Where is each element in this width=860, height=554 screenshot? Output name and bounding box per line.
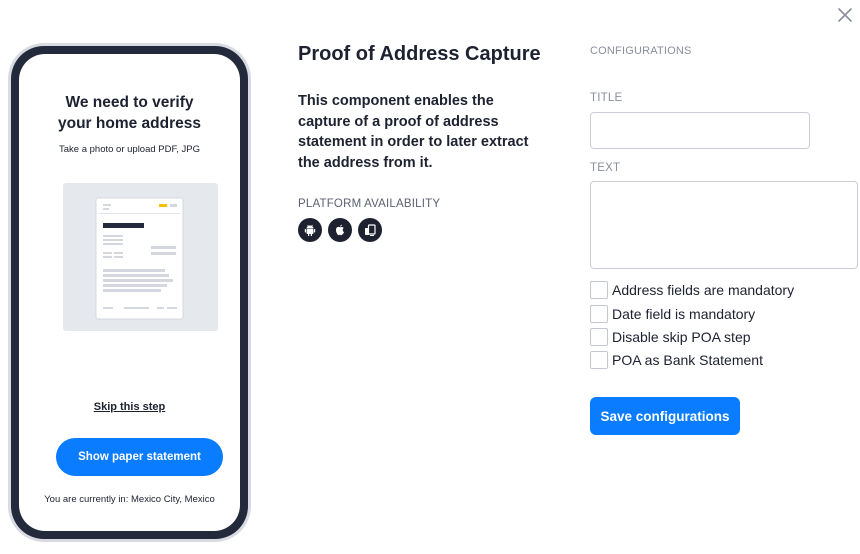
save-configurations-button[interactable]: Save configurations [590,397,740,435]
checkbox-box[interactable] [590,351,608,369]
close-button[interactable] [836,6,854,24]
preview-title-line2: your home address [58,115,201,132]
phone-preview: We need to verify your home address Take… [8,43,251,542]
preview-subtitle: Take a photo or upload PDF, JPG [59,144,200,155]
checkbox-label: Address fields are mandatory [612,282,795,298]
android-icon [298,218,322,242]
checkbox-disable-skip-poa[interactable]: Disable skip POA step [590,328,751,346]
configurations-header: CONFIGURATIONS [590,45,692,57]
current-location-text: You are currently in: Mexico City, Mexic… [44,494,215,505]
skip-step-link[interactable]: Skip this step [19,401,240,413]
checkbox-label: Disable skip POA step [612,329,751,345]
show-paper-statement-button[interactable]: Show paper statement [56,438,223,476]
checkbox-label: Date field is mandatory [612,306,756,322]
apple-icon [328,218,352,242]
platform-icons [298,218,382,242]
checkbox-label: POA as Bank Statement [612,352,763,368]
document-illustration [63,183,218,331]
checkbox-date-field-mandatory[interactable]: Date field is mandatory [590,305,755,323]
checkbox-address-fields-mandatory[interactable]: Address fields are mandatory [590,281,794,299]
text-input[interactable] [590,181,858,269]
close-icon [838,8,852,22]
phone-screen: We need to verify your home address Take… [19,54,240,531]
checkbox-poa-bank-statement[interactable]: POA as Bank Statement [590,351,763,369]
component-description: This component enables the capture of a … [298,93,529,171]
platform-availability-label: PLATFORM AVAILABILITY [298,198,441,210]
component-title: Proof of Address Capture [298,43,541,65]
web-icon [358,218,382,242]
phone-frame: We need to verify your home address Take… [11,46,248,539]
checkbox-box[interactable] [590,281,608,299]
title-field-label: TITLE [590,92,623,104]
checkbox-box[interactable] [590,328,608,346]
document-icon [95,197,184,320]
preview-title: We need to verify your home address [19,92,240,134]
preview-title-line1: We need to verify [65,94,194,111]
checkbox-box[interactable] [590,305,608,323]
title-input[interactable] [590,112,810,149]
text-field-label: TEXT [590,162,621,174]
